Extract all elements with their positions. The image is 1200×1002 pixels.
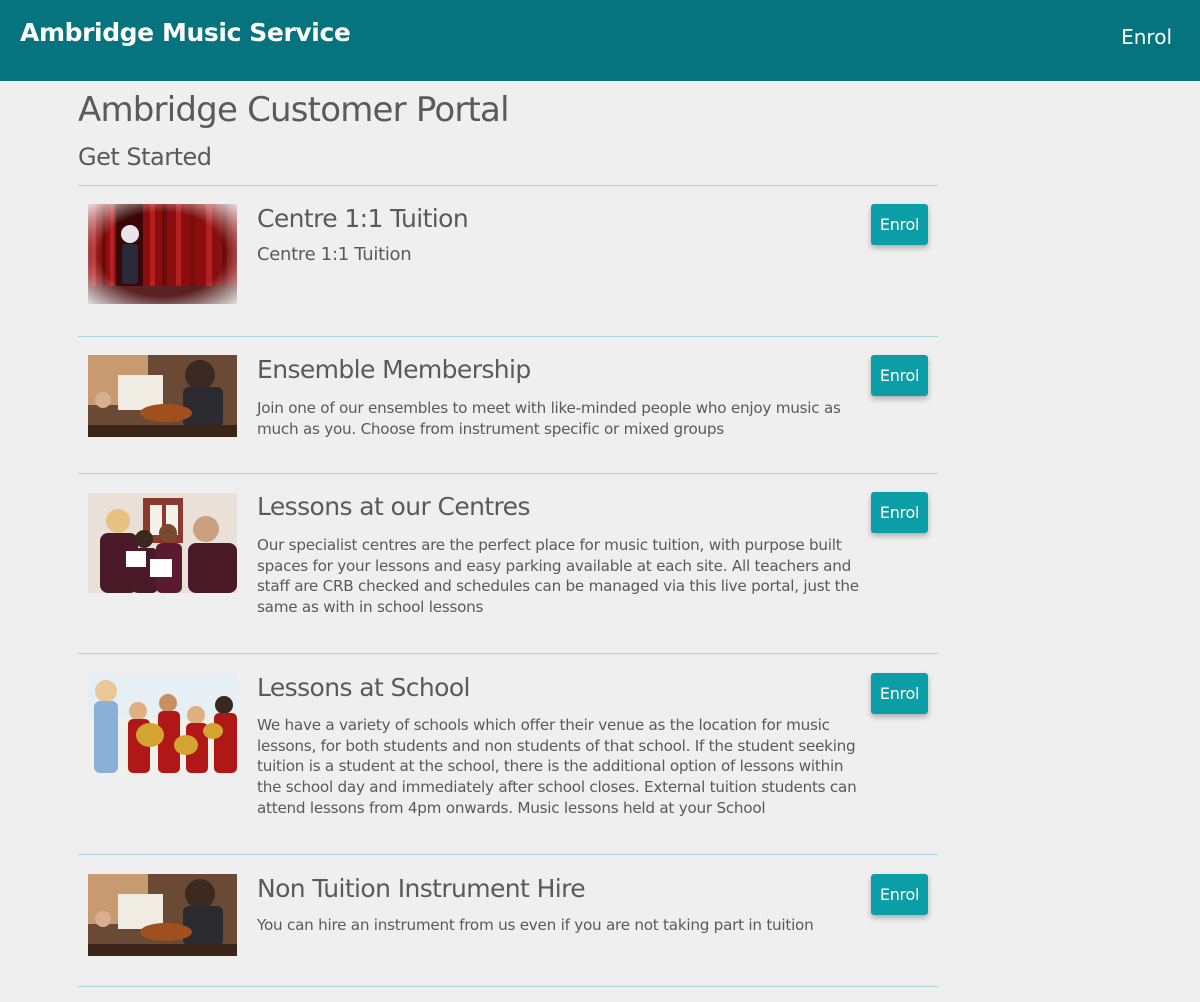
divider xyxy=(78,653,938,654)
divider xyxy=(78,473,938,474)
enrol-button[interactable]: Enrol xyxy=(871,204,928,245)
enrol-button[interactable]: Enrol xyxy=(871,492,928,533)
divider xyxy=(78,854,938,855)
page-title: Ambridge Customer Portal xyxy=(78,90,510,130)
course-title: Lessons at School xyxy=(257,673,471,702)
course-description: Our specialist centres are the perfect p… xyxy=(257,536,859,617)
performer-on-stage-image xyxy=(88,204,237,304)
divider xyxy=(78,336,938,337)
course-description: We have a variety of schools which offer… xyxy=(257,716,857,817)
brand-link[interactable]: Ambridge Music Service xyxy=(20,18,351,47)
enrol-button[interactable]: Enrol xyxy=(871,673,928,714)
course-title: Centre 1:1 Tuition xyxy=(257,204,469,233)
course-title: Lessons at our Centres xyxy=(257,492,530,521)
school-brass-band-image xyxy=(88,673,237,773)
course-description: You can hire an instrument from us even … xyxy=(257,916,814,934)
section-title: Get Started xyxy=(78,143,212,171)
orchestra-violin-image xyxy=(88,874,237,956)
enrol-button[interactable]: Enrol xyxy=(871,874,928,915)
enrol-button[interactable]: Enrol xyxy=(871,355,928,396)
divider xyxy=(78,185,938,186)
top-navbar: Ambridge Music Service Enrol xyxy=(0,0,1200,81)
course-description: Centre 1:1 Tuition xyxy=(257,244,412,265)
nav-enrol-link[interactable]: Enrol xyxy=(1121,25,1172,49)
choir-singing-image xyxy=(88,493,237,593)
course-title: Ensemble Membership xyxy=(257,355,531,384)
divider xyxy=(78,986,938,987)
course-description: Join one of our ensembles to meet with l… xyxy=(257,399,841,438)
course-title: Non Tuition Instrument Hire xyxy=(257,874,586,903)
orchestra-violin-image xyxy=(88,355,237,437)
